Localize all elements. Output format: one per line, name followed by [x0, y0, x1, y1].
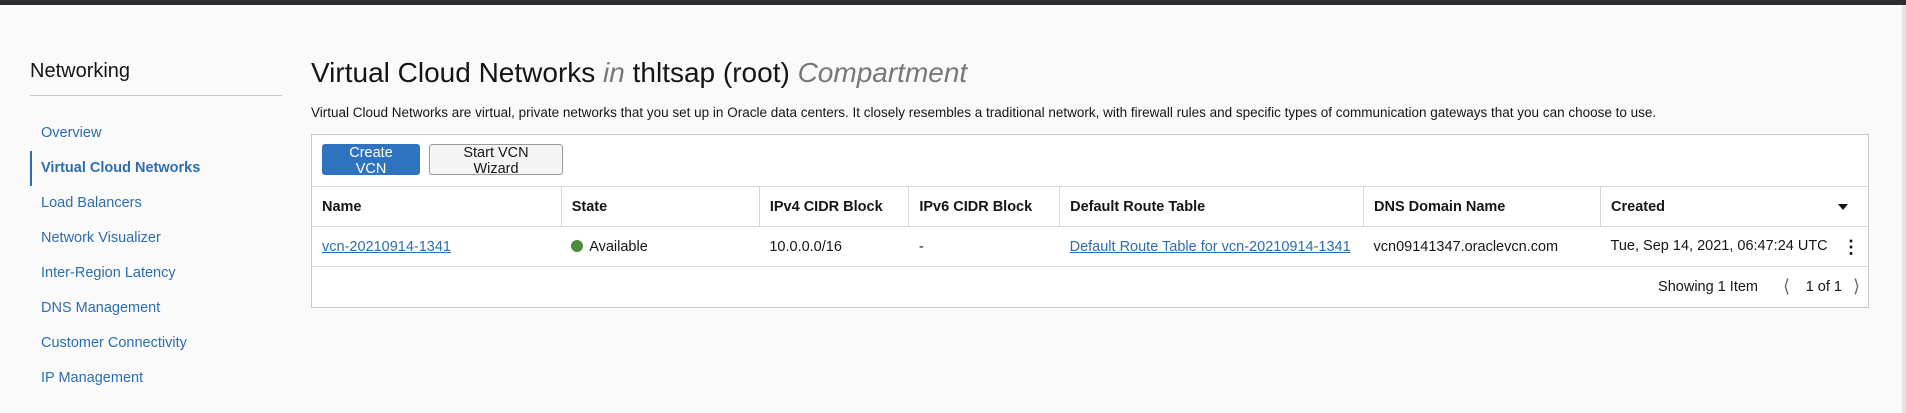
page-title-suffix: Compartment [797, 57, 968, 88]
sidebar-nav: Overview Virtual Cloud Networks Load Bal… [30, 116, 282, 396]
column-header-ipv4[interactable]: IPv4 CIDR Block [759, 187, 910, 227]
page-title-in: in [603, 57, 625, 88]
top-bar [0, 0, 1906, 5]
toolbar: Create VCN Start VCN Wizard [312, 135, 1868, 187]
caret-down-icon[interactable] [1838, 204, 1848, 210]
vcn-table: Name State IPv4 CIDR Block IPv6 CIDR Blo… [312, 187, 1868, 267]
cell-route-table: Default Route Table for vcn-20210914-134… [1059, 226, 1364, 267]
cell-dns: vcn09141347.oraclevcn.com [1363, 226, 1601, 267]
column-header-created-label: Created [1611, 198, 1666, 215]
create-vcn-button[interactable]: Create VCN [322, 144, 420, 177]
sidebar-item-overview[interactable]: Overview [30, 116, 282, 151]
page-title: Virtual Cloud Networks in thltsap (root)… [311, 55, 1869, 91]
page-title-compartment: thltsap (root) [632, 57, 790, 88]
cell-state: Available [561, 226, 760, 267]
created-value: Tue, Sep 14, 2021, 06:47:24 UTC [1610, 237, 1828, 254]
vcn-name-link[interactable]: vcn-20210914-1341 [322, 239, 451, 255]
page-title-main: Virtual Cloud Networks [311, 57, 596, 88]
cell-ipv4: 10.0.0.0/16 [759, 226, 909, 267]
sidebar-item-dns-management[interactable]: DNS Management [30, 291, 282, 326]
page-count: 1 of 1 [1805, 279, 1842, 295]
column-header-ipv6[interactable]: IPv6 CIDR Block [908, 187, 1061, 227]
cell-name: vcn-20210914-1341 [312, 226, 562, 267]
column-header-state[interactable]: State [561, 187, 760, 227]
route-table-link[interactable]: Default Route Table for vcn-20210914-134… [1070, 239, 1351, 255]
column-header-created[interactable]: Created [1600, 187, 1868, 227]
column-header-name[interactable]: Name [312, 187, 562, 227]
column-header-route-table[interactable]: Default Route Table [1059, 187, 1364, 227]
column-header-dns[interactable]: DNS Domain Name [1363, 187, 1602, 227]
vcn-list-panel: Create VCN Start VCN Wizard Name State I… [311, 134, 1869, 308]
chevron-right-icon[interactable]: ⟩ [1853, 276, 1860, 297]
state-label: Available [589, 238, 648, 255]
sidebar-item-virtual-cloud-networks[interactable]: Virtual Cloud Networks [30, 151, 282, 186]
scrollbar[interactable] [1902, 5, 1906, 413]
sidebar-item-load-balancers[interactable]: Load Balancers [30, 186, 282, 221]
table-row: vcn-20210914-1341 Available 10.0.0.0/16 … [312, 226, 1868, 267]
sidebar-item-customer-connectivity[interactable]: Customer Connectivity [30, 326, 282, 361]
sidebar-item-network-visualizer[interactable]: Network Visualizer [30, 221, 282, 256]
cell-ipv6: - [908, 226, 1060, 267]
main-content: Virtual Cloud Networks in thltsap (root)… [311, 55, 1869, 308]
sidebar-title: Networking [30, 60, 282, 96]
cell-created: Tue, Sep 14, 2021, 06:47:24 UTC ⋮ [1600, 226, 1868, 267]
status-dot-icon [571, 239, 584, 252]
table-header-row: Name State IPv4 CIDR Block IPv6 CIDR Blo… [312, 187, 1868, 227]
page-description: Virtual Cloud Networks are virtual, priv… [311, 105, 1657, 120]
kebab-menu-icon[interactable]: ⋮ [1842, 238, 1860, 256]
showing-count: Showing 1 Item [1658, 279, 1758, 295]
table-footer: Showing 1 Item ⟨ 1 of 1 ⟩ [312, 268, 1868, 307]
sidebar: Networking Overview Virtual Cloud Networ… [30, 60, 282, 396]
chevron-left-icon[interactable]: ⟨ [1783, 276, 1790, 297]
sidebar-item-ip-management[interactable]: IP Management [30, 361, 282, 396]
start-vcn-wizard-button[interactable]: Start VCN Wizard [429, 144, 563, 177]
sidebar-item-inter-region-latency[interactable]: Inter-Region Latency [30, 256, 282, 291]
